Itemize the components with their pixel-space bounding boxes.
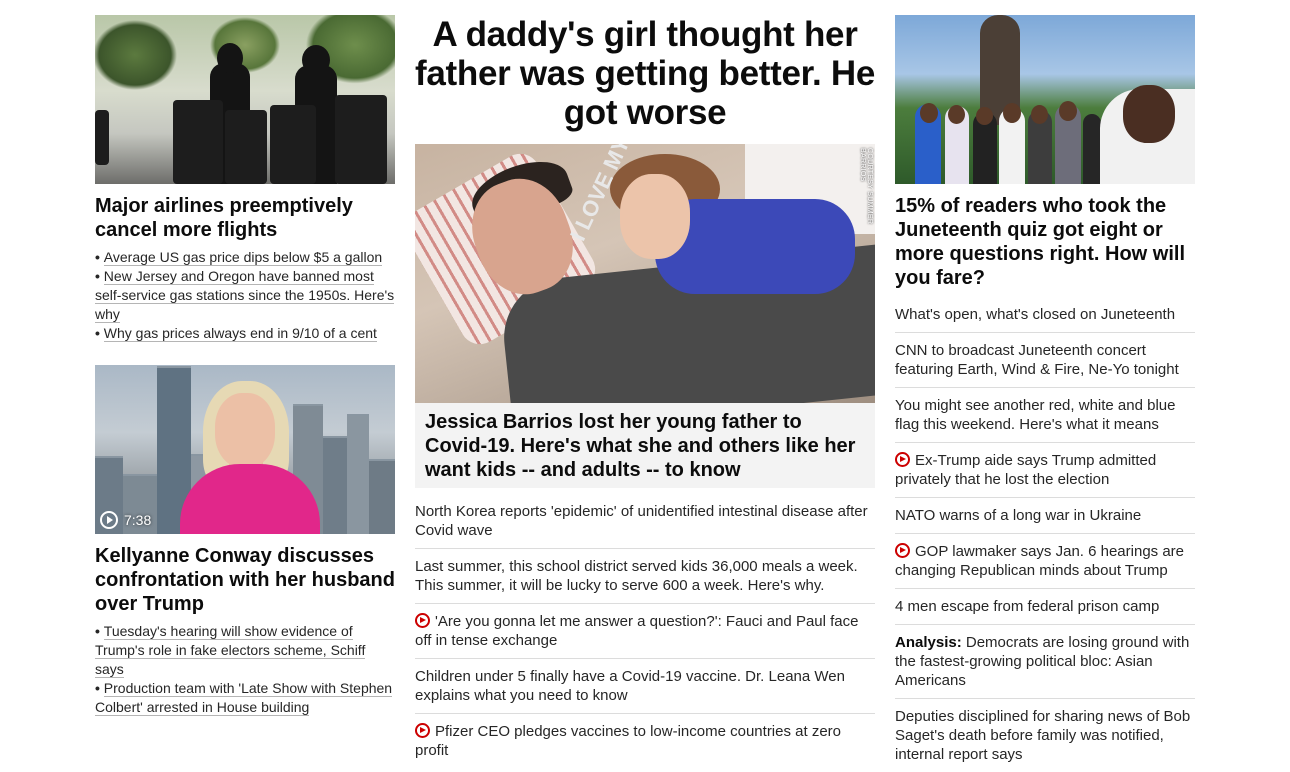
related-link[interactable]: • Tuesday's hearing will show evidence o… bbox=[95, 622, 395, 679]
headline-link[interactable]: Pfizer CEO pledges vaccines to low-incom… bbox=[415, 723, 841, 759]
list-item[interactable]: CNN to broadcast Juneteenth concert feat… bbox=[895, 333, 1195, 388]
related-link-text[interactable]: New Jersey and Oregon have banned most s… bbox=[95, 268, 395, 323]
lead-story-headline[interactable]: Jessica Barrios lost her young father to… bbox=[415, 403, 875, 488]
story-airlines: Major airlines preemptively cancel more … bbox=[95, 15, 395, 343]
headline-link[interactable]: 'Are you gonna let me answer a question?… bbox=[415, 613, 859, 649]
video-duration-badge: 7:38 bbox=[100, 511, 151, 529]
related-link-text[interactable]: Average US gas price dips below $5 a gal… bbox=[103, 249, 383, 266]
list-item[interactable]: Deputies disciplined for sharing news of… bbox=[895, 699, 1195, 772]
list-item[interactable]: What's open, what's closed on Juneteenth bbox=[895, 299, 1195, 333]
headline-airlines[interactable]: Major airlines preemptively cancel more … bbox=[95, 194, 395, 242]
video-play-icon bbox=[415, 723, 430, 738]
related-link-text[interactable]: Tuesday's hearing will show evidence of … bbox=[95, 623, 366, 678]
related-link[interactable]: • New Jersey and Oregon have banned most… bbox=[95, 267, 395, 324]
video-play-icon bbox=[895, 543, 910, 558]
headline-link[interactable]: You might see another red, white and blu… bbox=[895, 397, 1175, 433]
list-item[interactable]: Analysis: Democrats are losing ground wi… bbox=[895, 625, 1195, 699]
banner-headline[interactable]: A daddy's girl thought her father was ge… bbox=[415, 15, 875, 132]
middle-column: A daddy's girl thought her father was ge… bbox=[415, 15, 875, 768]
list-item[interactable]: 4 men escape from federal prison camp bbox=[895, 589, 1195, 625]
headline-link[interactable]: What's open, what's closed on Juneteenth bbox=[895, 306, 1175, 323]
video-play-icon bbox=[415, 613, 430, 628]
list-item[interactable]: NATO warns of a long war in Ukraine bbox=[895, 498, 1195, 534]
headline-link[interactable]: Deputies disciplined for sharing news of… bbox=[895, 708, 1190, 763]
headline-link[interactable]: Ex-Trump aide says Trump admitted privat… bbox=[895, 452, 1156, 488]
play-icon bbox=[100, 511, 118, 529]
list-item[interactable]: North Korea reports 'epidemic' of uniden… bbox=[415, 494, 875, 549]
headline-juneteenth-quiz[interactable]: 15% of readers who took the Juneteenth q… bbox=[895, 194, 1195, 290]
juneteenth-photo[interactable] bbox=[895, 15, 1195, 184]
middle-headline-list: North Korea reports 'epidemic' of uniden… bbox=[415, 494, 875, 768]
headline-link[interactable]: NATO warns of a long war in Ukraine bbox=[895, 507, 1141, 524]
video-duration: 7:38 bbox=[124, 512, 152, 528]
list-item[interactable]: Ex-Trump aide says Trump admitted privat… bbox=[895, 443, 1195, 498]
headline-link[interactable]: Children under 5 finally have a Covid-19… bbox=[415, 668, 845, 704]
list-item[interactable]: Pfizer CEO pledges vaccines to low-incom… bbox=[415, 714, 875, 768]
video-play-icon bbox=[895, 452, 910, 467]
right-headline-list: What's open, what's closed on Juneteenth… bbox=[895, 299, 1195, 772]
conway-video-thumbnail[interactable]: 7:38 bbox=[95, 365, 395, 534]
related-link[interactable]: • Production team with 'Late Show with S… bbox=[95, 679, 395, 717]
conway-related-links: • Tuesday's hearing will show evidence o… bbox=[95, 622, 395, 717]
headline-link[interactable]: CNN to broadcast Juneteenth concert feat… bbox=[895, 342, 1179, 378]
photo-credit: COURTESY SUMMER BARRIOS bbox=[859, 148, 873, 225]
list-item[interactable]: Last summer, this school district served… bbox=[415, 549, 875, 604]
list-item[interactable]: 'Are you gonna let me answer a question?… bbox=[415, 604, 875, 659]
analysis-label: Analysis: bbox=[895, 634, 962, 651]
headline-link[interactable]: 4 men escape from federal prison camp bbox=[895, 598, 1159, 615]
related-link-text[interactable]: Production team with 'Late Show with Ste… bbox=[95, 680, 393, 716]
list-item[interactable]: Children under 5 finally have a Covid-19… bbox=[415, 659, 875, 714]
list-item[interactable]: You might see another red, white and blu… bbox=[895, 388, 1195, 443]
airport-silhouettes-image[interactable] bbox=[95, 15, 395, 184]
left-column: Major airlines preemptively cancel more … bbox=[95, 15, 395, 717]
related-link-text[interactable]: Why gas prices always end in 9/10 of a c… bbox=[103, 325, 377, 342]
story-conway: 7:38 Kellyanne Conway discusses confront… bbox=[95, 365, 395, 717]
headline-conway[interactable]: Kellyanne Conway discusses confrontation… bbox=[95, 544, 395, 616]
related-link[interactable]: • Why gas prices always end in 9/10 of a… bbox=[95, 324, 395, 343]
headline-link[interactable]: Last summer, this school district served… bbox=[415, 558, 858, 594]
hospital-lead-image[interactable]: I LOVE MY WIFE COURTESY SUMMER BARRIOS bbox=[415, 144, 875, 403]
headline-link[interactable]: North Korea reports 'epidemic' of uniden… bbox=[415, 503, 868, 539]
related-link[interactable]: • Average US gas price dips below $5 a g… bbox=[95, 248, 395, 267]
list-item[interactable]: GOP lawmaker says Jan. 6 hearings are ch… bbox=[895, 534, 1195, 589]
airlines-related-links: • Average US gas price dips below $5 a g… bbox=[95, 248, 395, 343]
right-column: 15% of readers who took the Juneteenth q… bbox=[895, 15, 1195, 772]
headline-link[interactable]: GOP lawmaker says Jan. 6 hearings are ch… bbox=[895, 543, 1184, 579]
